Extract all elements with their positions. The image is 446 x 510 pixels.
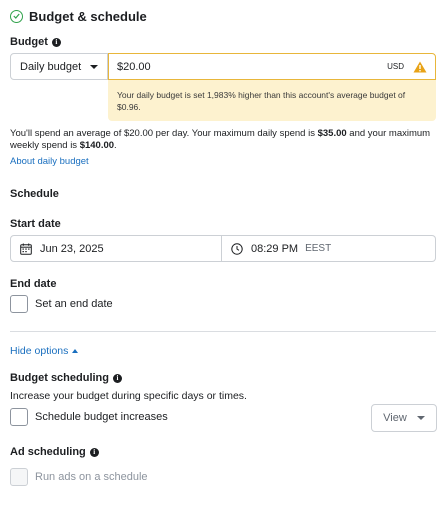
max-daily-spend: $35.00 [317,128,347,139]
start-date-label: Start date [10,218,61,230]
end-date-checkbox-label: Set an end date [35,298,113,310]
spend-text-part: . [114,140,117,151]
view-button[interactable]: View [371,404,437,432]
budget-warning: Your daily budget is set 1,983% higher t… [108,80,436,121]
calendar-icon [20,243,32,255]
chevron-down-icon [90,64,98,69]
chevron-down-icon [416,416,425,420]
max-weekly-spend: $140.00 [79,140,115,151]
budget-label-row: Budget i [10,36,61,48]
budget-label: Budget [10,36,48,48]
info-icon[interactable]: i [113,373,122,383]
info-icon[interactable]: i [89,447,99,457]
ad-schedule-checkbox-row: Run ads on a schedule [10,468,148,486]
spend-summary: You'll spend an average of $20.00 per da… [10,128,438,152]
budget-scheduling-label-row: Budget scheduling i [10,372,122,384]
about-daily-budget-link[interactable]: About daily budget [10,156,89,167]
ad-scheduling-label: Ad scheduling [10,446,86,458]
end-date-checkbox-row[interactable]: Set an end date [10,295,113,313]
start-time-field[interactable]: 08:29 PM EEST [222,235,436,262]
budget-type-value: Daily budget [20,60,82,73]
ad-schedule-checkbox [10,468,28,486]
budget-type-select[interactable]: Daily budget [10,53,108,80]
budget-scheduling-description: Increase your budget during specific day… [10,390,247,402]
view-button-label: View [383,412,407,424]
clock-icon [231,242,243,255]
schedule-heading: Schedule [10,188,59,200]
spend-text-part: You'll spend an average of $20.00 per da… [10,128,318,139]
currency-label: USD [387,62,404,71]
timezone-label: EEST [305,243,332,254]
budget-amount-input[interactable]: $20.00 USD [108,53,436,80]
chevron-up-icon [72,349,79,353]
ad-schedule-checkbox-label: Run ads on a schedule [35,471,148,483]
start-time-value: 08:29 PM [251,242,299,255]
budget-increase-checkbox-row[interactable]: Schedule budget increases [10,408,168,426]
section-header: Budget & schedule [10,7,147,25]
hide-options-label: Hide options [10,345,69,357]
budget-increase-checkbox[interactable] [10,408,28,426]
start-date-value: Jun 23, 2025 [40,242,104,255]
info-icon[interactable]: i [51,37,61,47]
ad-scheduling-label-row: Ad scheduling i [10,446,99,458]
divider [10,331,436,332]
budget-scheduling-label: Budget scheduling [10,372,109,384]
budget-amount-value: $20.00 [117,60,151,73]
start-date-field[interactable]: Jun 23, 2025 [10,235,222,262]
check-circle-icon [10,9,23,23]
budget-increase-checkbox-label: Schedule budget increases [35,411,168,423]
end-date-label: End date [10,278,57,290]
section-title: Budget & schedule [29,8,147,24]
hide-options-toggle[interactable]: Hide options [10,345,79,357]
warning-icon [413,61,427,73]
end-date-checkbox[interactable] [10,295,28,313]
